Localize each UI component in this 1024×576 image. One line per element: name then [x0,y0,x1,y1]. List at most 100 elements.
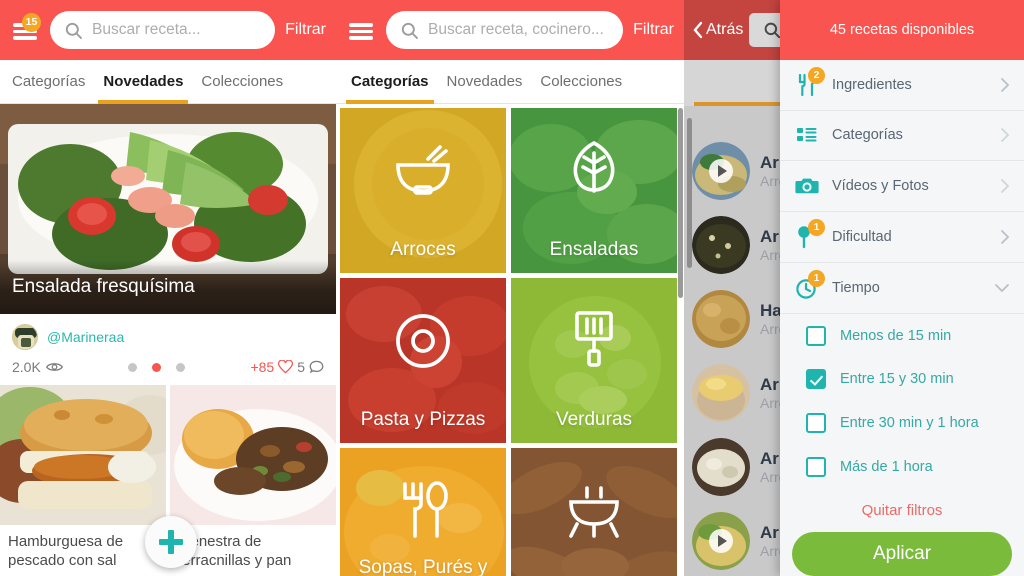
filter-row-label: Dificultad [832,229,892,246]
likes-count: +85 [250,359,275,375]
menu-badge: 15 [22,13,41,32]
time-option-30-60[interactable]: Entre 30 min y 1 hora [780,401,1024,446]
chevron-right-icon [1001,179,1010,194]
comments-count: 5 [297,359,305,375]
time-option-mas-1h[interactable]: Más de 1 hora [780,445,1024,489]
menu-bar [13,36,37,40]
search-box[interactable] [386,11,624,49]
thermometer-icon: 1 [794,219,825,250]
play-icon[interactable] [709,159,733,183]
filter-badge: 1 [808,269,825,287]
category-tile-sopas[interactable]: Sopas, Purés y Cremas [340,448,506,576]
recipe-feed: Ensalada fresquísima @Marineraa 2.0K +85… [0,104,336,576]
thumb-image [692,364,750,422]
tab-colecciones[interactable]: Colecciones [192,60,292,104]
menestra-image [170,385,336,525]
panel-b-header: Filtrar [336,0,684,60]
category-tile-legumbres[interactable]: Legumbres [511,448,677,576]
drawer-footer: Quitar filtros Aplicar [780,489,1024,576]
recipe-thumbnail [692,512,750,570]
burger-image [0,385,166,525]
author-handle[interactable]: @Marineraa [47,329,124,345]
mini-photo [0,385,166,525]
filter-badge: 1 [808,219,825,237]
author-row[interactable]: @Marineraa [12,322,324,352]
category-tile-pasta-pizzas[interactable]: Pasta y Pizzas [340,278,506,443]
category-tile-verduras[interactable]: Verduras [511,278,677,443]
fork-knife-icon: 2 [794,66,825,98]
filter-row-videos-fotos[interactable]: Vídeos y Fotos [780,161,1024,213]
tab-novedades[interactable]: Novedades [438,60,532,104]
search-icon [401,22,418,39]
filter-row-label: Vídeos y Fotos [832,178,929,195]
category-tile-arroces[interactable]: Arroces [340,108,506,273]
hero-recipe-card[interactable]: Ensalada fresquísima @Marineraa 2.0K +85… [0,104,336,382]
tab-colecciones[interactable]: Colecciones [531,60,631,104]
leaf-icon [573,140,615,193]
mini-photo [170,385,336,525]
recipe-thumbnail [692,364,750,422]
pager-dot[interactable] [128,362,138,372]
search-box[interactable] [50,11,276,49]
search-input[interactable] [92,21,262,39]
play-icon[interactable] [709,529,733,553]
bowl-icon [396,144,450,195]
mini-card-title: Hamburguesa de pescado con sal [8,533,124,569]
search-input[interactable] [428,21,610,39]
checkbox-checked[interactable] [806,369,826,390]
search-icon [65,22,82,39]
tab-categorias[interactable]: Categorías [342,60,438,104]
panel-categorias: Filtrar Categorías Novedades Colecciones… [336,0,684,576]
filter-button[interactable]: Filtrar [285,21,326,39]
chevron-left-icon [693,21,703,39]
comment-icon[interactable] [309,360,324,374]
time-option-label: Más de 1 hora [840,459,933,476]
category-grid: Arroces Ensaladas Pasta y Pizzas Verdura… [336,104,684,576]
checkbox[interactable] [806,325,826,346]
back-label: Atrás [706,21,744,38]
back-button[interactable]: Atrás [692,21,743,39]
hero-photo: Ensalada fresquísima [0,104,336,314]
filter-row-tiempo[interactable]: 1 Tiempo [780,262,1024,314]
pager-dots[interactable] [63,362,251,372]
spatula-icon [575,310,613,367]
pager-dot[interactable] [176,362,186,372]
category-tile-ensaladas[interactable]: Ensaladas [511,108,677,273]
time-option-15-30[interactable]: Entre 15 y 30 min [780,357,1024,402]
time-option-label: Menos de 15 min [840,327,952,344]
category-tile-label: Arroces [390,239,456,261]
eye-icon [45,363,63,371]
list-icon [794,122,820,148]
panel-a-header: 15 Filtrar [0,0,336,60]
tab-novedades[interactable]: Novedades [94,60,192,104]
thumb-image [692,438,750,496]
hero-card-title: Ensalada fresquísima [0,260,336,314]
pager-dot-active[interactable] [152,362,162,372]
menu-icon[interactable]: 15 [10,13,41,45]
scrollbar[interactable] [678,108,683,298]
time-option-menos-15[interactable]: Menos de 15 min [780,313,1024,358]
tab-categorias[interactable]: Categorías [0,60,94,104]
apply-button[interactable]: Aplicar [792,532,1012,576]
filter-row-label: Categorías [832,127,903,144]
heart-icon[interactable] [278,360,294,374]
time-option-label: Entre 15 y 30 min [840,371,954,388]
category-tile-label: Ensaladas [549,239,639,261]
recipe-thumbnail [692,290,750,348]
checkbox[interactable] [806,413,826,434]
likes-comments: +85 5 [250,359,324,375]
panel-b-tabs: Categorías Novedades Colecciones [336,60,684,104]
mini-recipe-card[interactable]: Hamburguesa de pescado con sal [0,385,166,571]
filter-row-ingredientes[interactable]: 2 Ingredientes [780,59,1024,111]
filter-row-categorias[interactable]: Categorías [780,110,1024,162]
filter-drawer: 45 recetas disponibles 2 Ingredientes Ca… [780,0,1024,576]
menu-icon[interactable] [346,15,376,45]
filter-button[interactable]: Filtrar [633,21,674,39]
add-recipe-fab[interactable] [145,516,197,568]
category-tile-label: Verduras [555,409,633,431]
clear-filters-button[interactable]: Quitar filtros [780,489,1024,532]
checkbox[interactable] [806,457,826,478]
filter-row-dificultad[interactable]: 1 Dificultad [780,212,1024,263]
drawer-title: 45 recetas disponibles [780,0,1024,60]
views-value: 2.0K [12,359,41,375]
